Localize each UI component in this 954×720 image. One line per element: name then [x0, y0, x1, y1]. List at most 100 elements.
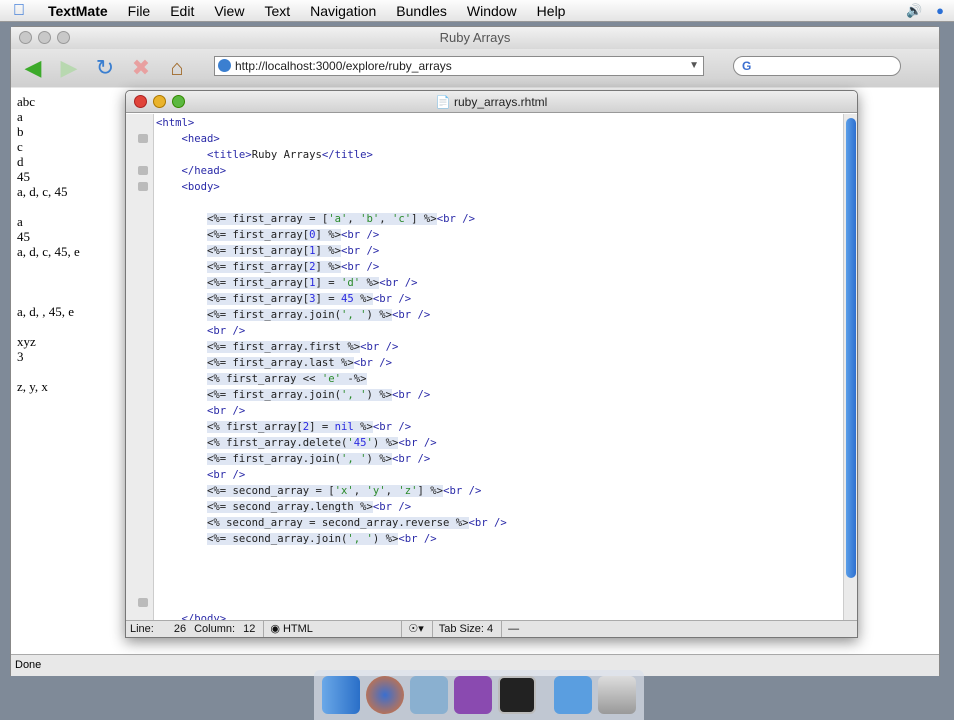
gutter	[126, 114, 154, 622]
globe-icon	[218, 59, 231, 72]
home-icon[interactable]: ⌂	[163, 54, 191, 82]
search-input[interactable]: G	[733, 56, 901, 76]
code-line: <br />	[207, 405, 246, 417]
code-line: <head>	[181, 133, 220, 145]
code-line: <%= first_array = ['a', 'b', 'c'] %><br …	[207, 213, 475, 225]
close-button[interactable]	[19, 31, 32, 44]
spotlight-icon[interactable]: ●	[936, 3, 944, 19]
language-select[interactable]: ◉ HTML	[263, 621, 393, 637]
output-line: a, d, , 45, e	[17, 304, 75, 319]
stop-icon[interactable]: ✖	[127, 54, 155, 82]
code-line: <body>	[181, 181, 220, 193]
url-bar[interactable]: http://localhost:3000/explore/ruby_array…	[214, 56, 704, 76]
fold-icon[interactable]	[138, 134, 148, 143]
dock	[314, 670, 644, 720]
menu-app[interactable]: TextMate	[38, 3, 118, 19]
scroll-thumb[interactable]	[846, 118, 856, 578]
menu-bundles[interactable]: Bundles	[386, 3, 457, 19]
code-line: <title>Ruby Arrays</title>	[207, 149, 373, 161]
tab-size-select[interactable]: Tab Size: 4	[431, 621, 493, 637]
firefox-icon[interactable]	[366, 676, 404, 714]
code-line: <% first_array << 'e' -%>	[207, 373, 367, 385]
zoom-button[interactable]	[172, 95, 185, 108]
code-line: </head>	[181, 165, 227, 177]
output-line: 45	[17, 229, 30, 244]
code-line: <%= second_array.join(', ') %><br />	[207, 533, 437, 545]
code-line: <%= second_array = ['x', 'y', 'z'] %><br…	[207, 485, 482, 497]
menu-file[interactable]: File	[118, 3, 161, 19]
output-line: 45	[17, 169, 30, 184]
output-line: 3	[17, 349, 24, 364]
menu-help[interactable]: Help	[527, 3, 576, 19]
code-line: <%= second_array.length %><br />	[207, 501, 412, 513]
output-line: a, d, c, 45	[17, 184, 68, 199]
volume-icon[interactable]: 🔊	[906, 3, 922, 19]
symbol-select[interactable]: —	[501, 621, 781, 637]
code-editor[interactable]: <html> <head> <title>Ruby Arrays</title>…	[156, 115, 842, 622]
minimize-button[interactable]	[38, 31, 51, 44]
menu-navigation[interactable]: Navigation	[300, 3, 386, 19]
code-line: <% first_array[2] = nil %><br />	[207, 421, 412, 433]
language-label: HTML	[282, 623, 313, 635]
output-line: a, d, c, 45, e	[17, 244, 80, 259]
document-icon: 📄	[435, 95, 451, 109]
vertical-scrollbar[interactable]	[843, 114, 857, 622]
menu-edit[interactable]: Edit	[160, 3, 204, 19]
output-line: z, y, x	[17, 379, 48, 394]
menu-bar:  TextMate File Edit View Text Navigatio…	[0, 0, 954, 22]
code-line: <%= first_array.join(', ') %><br />	[207, 453, 431, 465]
minimize-button[interactable]	[153, 95, 166, 108]
line-label: Line:	[130, 623, 154, 635]
line-number: 26	[173, 623, 187, 635]
code-line: <%= first_array[2] %><br />	[207, 261, 380, 273]
fold-icon[interactable]	[138, 166, 148, 175]
output-line: c	[17, 139, 23, 154]
status-text: Done	[15, 659, 42, 671]
menu-window[interactable]: Window	[457, 3, 527, 19]
close-button[interactable]	[134, 95, 147, 108]
back-icon[interactable]: ◀	[19, 54, 47, 82]
applications-icon[interactable]	[554, 676, 592, 714]
fold-icon[interactable]	[138, 598, 148, 607]
code-line: <%= first_array.join(', ') %><br />	[207, 389, 431, 401]
trash-icon[interactable]	[598, 676, 636, 714]
menu-text[interactable]: Text	[254, 3, 300, 19]
textmate-window: 📄 ruby_arrays.rhtml <html> <head> <title…	[125, 90, 858, 638]
code-line: <%= first_array.last %><br />	[207, 357, 393, 369]
code-line: <%= first_array.join(', ') %><br />	[207, 309, 431, 321]
output-line: abc	[17, 94, 36, 109]
terminal-icon[interactable]	[498, 676, 536, 714]
code-line: <% second_array = second_array.reverse %…	[207, 517, 507, 529]
chevron-down-icon[interactable]: ▼	[689, 57, 699, 75]
editor-status-bar: Line: 26 Column: 12 ◉ HTML ☉▾ Tab Size: …	[126, 620, 857, 637]
apple-icon[interactable]: 	[0, 2, 38, 20]
finder-icon[interactable]	[322, 676, 360, 714]
code-line: <%= first_array[0] %><br />	[207, 229, 380, 241]
code-line: <%= first_array[1] = 'd' %><br />	[207, 277, 418, 289]
reload-icon[interactable]: ↻	[91, 54, 119, 82]
browser-title-bar: Ruby Arrays	[11, 27, 939, 49]
menu-view[interactable]: View	[204, 3, 254, 19]
forward-icon[interactable]: ▶	[55, 54, 83, 82]
gear-icon[interactable]: ☉▾	[401, 621, 424, 637]
code-line: <%= first_array[3] = 45 %><br />	[207, 293, 412, 305]
output-line: b	[17, 124, 24, 139]
zoom-button[interactable]	[57, 31, 70, 44]
google-icon: G	[742, 59, 752, 73]
textmate-icon[interactable]	[454, 676, 492, 714]
code-line: <html>	[156, 117, 195, 129]
preview-icon[interactable]	[410, 676, 448, 714]
code-line: <% first_array.delete('45') %><br />	[207, 437, 437, 449]
fold-icon[interactable]	[138, 182, 148, 191]
output-line: a	[17, 214, 23, 229]
